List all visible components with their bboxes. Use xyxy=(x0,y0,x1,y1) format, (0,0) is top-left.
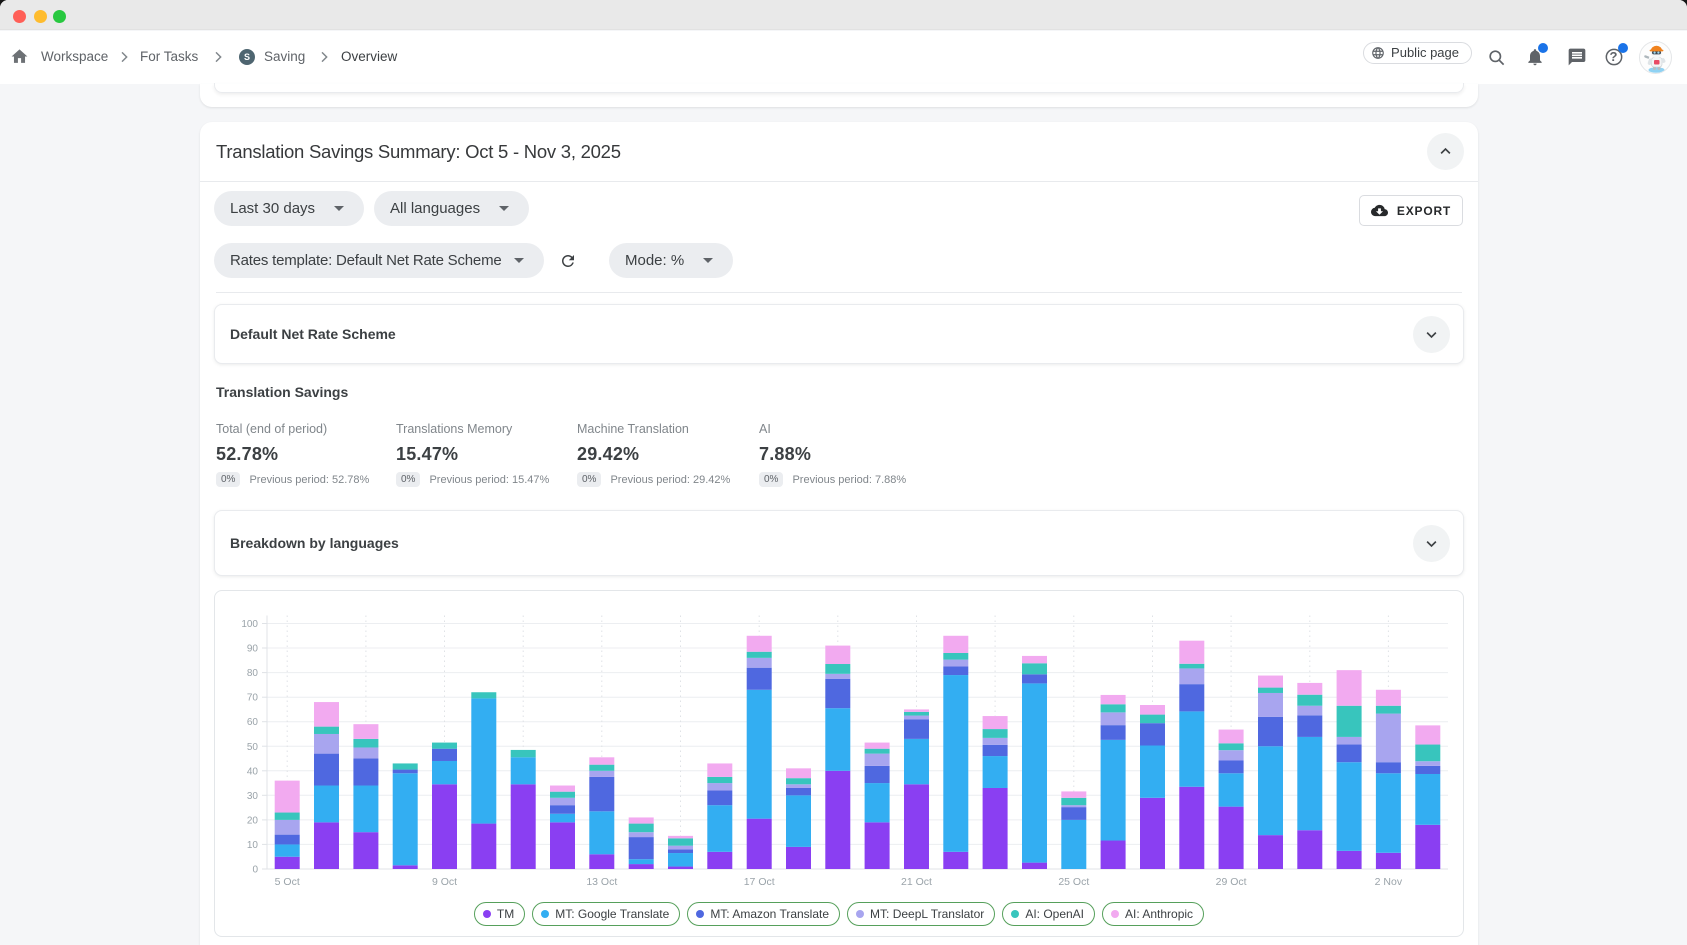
svg-text:100: 100 xyxy=(241,619,258,630)
svg-text:40: 40 xyxy=(247,766,259,777)
svg-text:30: 30 xyxy=(247,791,259,802)
svg-text:10: 10 xyxy=(247,840,259,851)
svg-text:20: 20 xyxy=(247,815,259,826)
svg-text:80: 80 xyxy=(247,668,259,679)
svg-text:90: 90 xyxy=(247,644,259,655)
svg-text:9 Oct: 9 Oct xyxy=(432,876,457,888)
svg-text:70: 70 xyxy=(247,693,259,704)
svg-text:21 Oct: 21 Oct xyxy=(901,876,932,888)
svg-text:5 Oct: 5 Oct xyxy=(275,876,300,888)
svg-text:25 Oct: 25 Oct xyxy=(1058,876,1089,888)
svg-text:2 Nov: 2 Nov xyxy=(1375,876,1403,888)
svg-text:29 Oct: 29 Oct xyxy=(1216,876,1247,888)
svg-text:0: 0 xyxy=(252,865,258,876)
svg-text:60: 60 xyxy=(247,717,259,728)
svg-text:50: 50 xyxy=(247,742,259,753)
svg-text:17 Oct: 17 Oct xyxy=(744,876,775,888)
svg-text:13 Oct: 13 Oct xyxy=(586,876,617,888)
